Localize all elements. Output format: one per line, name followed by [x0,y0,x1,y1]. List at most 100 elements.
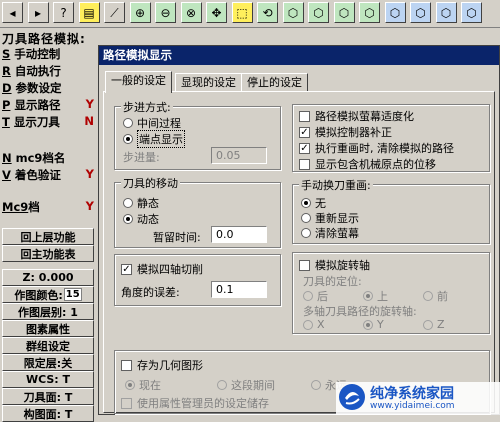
machine-origin-checkbox[interactable]: 显示包含机械原点的位移 [299,156,436,172]
back-arrow-button[interactable]: ◂ [2,2,23,23]
radio-button[interactable] [363,319,373,330]
radio-axis-z[interactable]: Z [423,318,445,331]
menu-item-6[interactable]: V 着色验证 Y [2,167,94,183]
rotate-view-button[interactable]: ⟲ [257,2,278,23]
cube-view-4-button[interactable]: ⬡ [359,2,380,23]
radio-intermediate[interactable]: 中间过程 [123,115,181,131]
radio-button[interactable] [125,380,135,390]
radio-front[interactable]: 前 [423,288,448,304]
manual-redraw-group: 手动换刀重画: 无 重新显示 清除萤幕 [292,177,490,244]
radio-label: 无 [315,197,326,210]
radio-button[interactable] [423,319,433,330]
radio-button[interactable] [311,380,321,390]
status-label: 图素属性 [26,322,70,336]
fit-screen-checkbox[interactable]: 路径模拟萤幕适度化 [299,108,414,124]
radio-button[interactable] [301,228,311,238]
zoom-fit-icon: ⊗ [185,5,197,20]
menu-item-2[interactable]: D 参数设定 [2,80,94,96]
save-geometry-checkbox[interactable]: 存为几何图形 [121,357,203,373]
radio-dynamic[interactable]: 动态 [123,211,159,227]
radio-static[interactable]: 静态 [123,195,159,211]
tab-stop-settings[interactable]: 停止的设定 [241,73,308,92]
radio-rear[interactable]: 后 [303,288,328,304]
zoom-out-button[interactable]: ⊖ [155,2,176,23]
zoom-fit-button[interactable]: ⊗ [180,2,202,23]
status-item-8[interactable]: 构图面: T [2,405,94,422]
radio-top[interactable]: 上 [363,288,388,304]
radio-button[interactable] [123,214,133,224]
checkbox-box[interactable]: ✓ [299,142,310,154]
zoom-window-button[interactable]: ⬚ [231,2,253,23]
status-item-6[interactable]: WCS: T [2,371,94,388]
measure-button[interactable]: ⟋ [104,2,125,23]
angle-error-input[interactable]: 0.1 [211,281,267,298]
status-item-4[interactable]: 群组设定 [2,337,94,354]
tab-general-settings[interactable]: 一般的设定 [105,71,172,93]
four-axis-checkbox[interactable]: ✓ 模拟四轴切削 [121,261,203,277]
radio-period[interactable]: 这段期间 [217,377,275,393]
radio-none[interactable]: 无 [301,195,326,211]
zoom-in-button[interactable]: ⊕ [129,2,151,23]
cube-view-8-button[interactable]: ⬡ [461,2,482,23]
help-button[interactable]: ? [53,2,74,23]
radio-label: 静态 [137,197,159,210]
cube-view-1-button[interactable]: ⬡ [282,2,304,23]
back-arrow-icon: ◂ [9,5,16,20]
menu-item-0[interactable]: S 手动控制 [2,46,94,62]
radio-button[interactable] [301,198,311,208]
radio-axis-y[interactable]: Y [363,318,384,331]
rotate-view-icon: ⟲ [262,5,273,20]
menu-item-3[interactable]: P 显示路径 Y [2,97,94,113]
checkbox-box[interactable] [299,110,310,122]
main-menu-button[interactable]: 回主功能表 [2,245,94,262]
checkbox-box[interactable] [299,259,310,271]
cube-view-3-button[interactable]: ⬡ [333,2,355,23]
status-label: 刀具面: T [23,390,73,404]
status-item-1[interactable]: 作图颜色: 15 [2,286,94,303]
radio-button[interactable] [303,319,313,330]
menu-item-5[interactable]: N mc9档名 [2,150,94,166]
dwell-time-input[interactable]: 0.0 [211,226,267,243]
cube-view-6-button[interactable]: ⬡ [410,2,431,23]
rotary-axis-checkbox[interactable]: 模拟旋转轴 [299,257,370,273]
radio-button[interactable] [423,291,433,301]
pan-button[interactable]: ✥ [206,2,227,23]
calculator-button[interactable]: ▤ [78,2,100,23]
radio-button[interactable] [123,198,133,208]
radio-now[interactable]: 现在 [125,377,161,393]
radio-button[interactable] [123,118,133,128]
radio-endpoint[interactable]: 端点显示 [123,130,185,148]
radio-button[interactable] [217,380,227,390]
menu-label: 显示路径 [10,98,61,112]
cube-view-5-button[interactable]: ⬡ [384,2,406,23]
checkbox-box[interactable]: ✓ [121,263,132,275]
radio-axis-x[interactable]: X [303,318,325,331]
radio-redisplay[interactable]: 重新显示 [301,210,359,226]
status-item-5[interactable]: 限定层:关 [2,354,94,371]
radio-button[interactable] [123,134,133,144]
checkbox-box[interactable] [299,158,310,170]
controller-comp-checkbox[interactable]: ✓ 模拟控制器补正 [299,124,392,140]
status-item-0[interactable]: Z: 0.000 [2,269,94,286]
menu-item-4[interactable]: T 显示刀具 N [2,114,94,130]
step-amount-input[interactable]: 0.05 [211,147,267,164]
radio-button[interactable] [303,291,313,301]
checkbox-box[interactable]: ✓ [299,126,310,138]
status-item-3[interactable]: 图素属性 [2,320,94,337]
clear-path-checkbox[interactable]: ✓ 执行重画时, 清除模拟的路径 [299,140,454,156]
checkbox-box[interactable] [121,397,132,409]
status-item-7[interactable]: 刀具面: T [2,388,94,405]
forward-arrow-button[interactable]: ▸ [27,2,49,23]
cube-view-7-button[interactable]: ⬡ [435,2,457,23]
tab-display-settings[interactable]: 显现的设定 [175,73,242,92]
attribute-manager-checkbox[interactable]: 使用属性管理员的设定储存 [121,395,269,411]
checkbox-box[interactable] [121,359,132,371]
radio-clear-screen[interactable]: 清除萤幕 [301,225,359,241]
status-item-2[interactable]: 作图层别: 1 [2,303,94,320]
menu-item-7[interactable]: Mc9档 Y [2,199,94,215]
cube-view-2-button[interactable]: ⬡ [308,2,329,23]
back-to-previous-button[interactable]: 回上层功能 [2,228,94,245]
radio-button[interactable] [363,291,373,301]
menu-item-1[interactable]: R 自动执行 [2,63,94,79]
radio-button[interactable] [301,213,311,223]
